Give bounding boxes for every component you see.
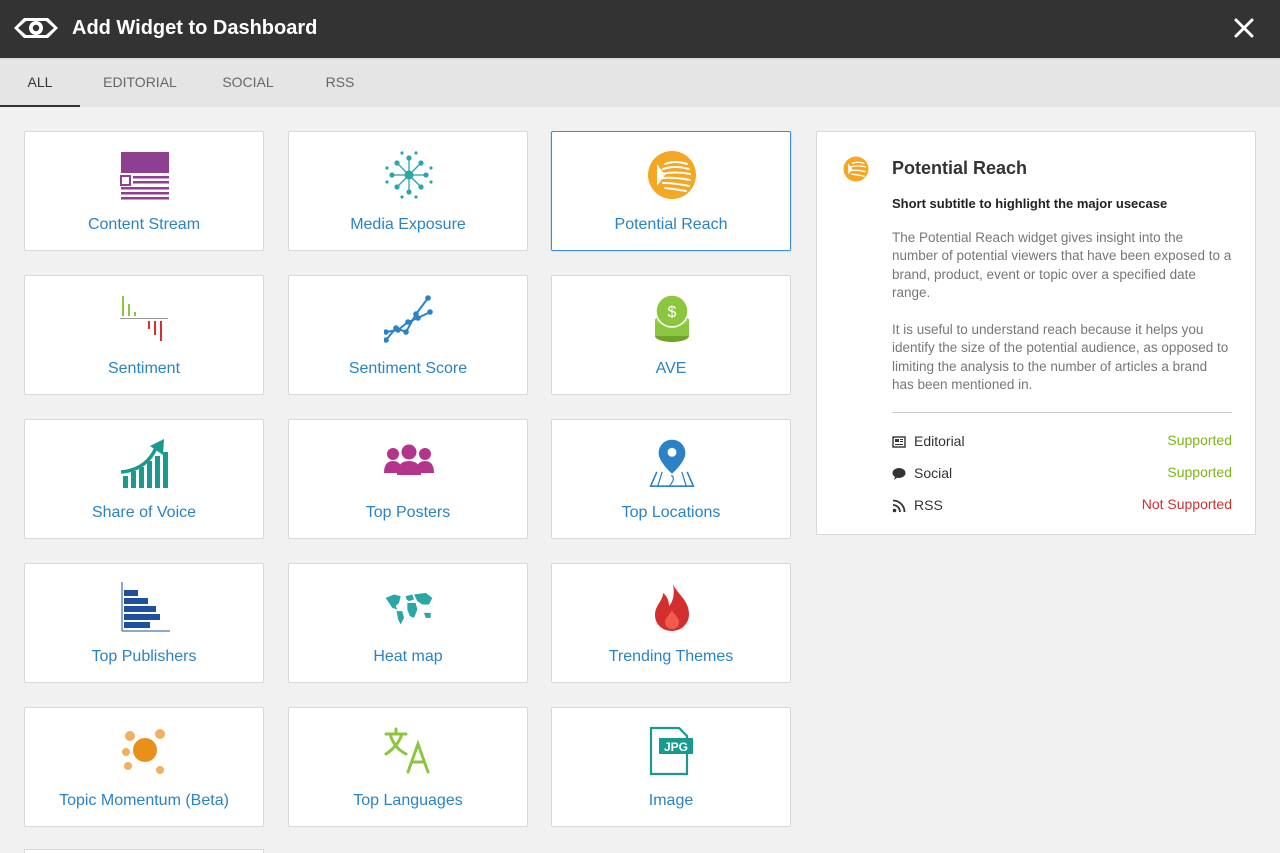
widget-label: Topic Momentum (Beta) [59,792,229,809]
widget-label: AVE [655,360,687,377]
widget-label: Content Stream [87,216,201,233]
support-status: Not Supported [1141,496,1232,512]
chat-bubble-icon [892,468,906,480]
widget-label: Top Posters [365,504,451,521]
widget-card-ave[interactable]: $ AVE [551,275,791,395]
widget-label: Sentiment [107,360,181,377]
support-row-editorial: Editorial Supported [892,432,1232,452]
widget-card-content-stream[interactable]: Content Stream [24,131,264,251]
widget-label: Trending Themes [608,648,734,665]
rss-icon [892,499,906,513]
widget-label: Top Languages [353,792,463,809]
partially-visible-card [24,849,264,853]
top-publishers-icon [121,582,170,632]
widget-label: Share of Voice [91,504,197,521]
detail-paragraph-2: It is useful to understand reach because… [892,322,1229,393]
newspaper-icon [892,436,906,448]
top-locations-icon [649,439,695,488]
divider [892,412,1232,413]
widget-label: Media Exposure [350,216,466,233]
tab-social[interactable]: SOCIAL [214,59,282,107]
widget-grid: Content Stream Media Exposure Potential … [24,131,794,853]
detail-title: Potential Reach [892,158,1028,178]
widget-card-topic-momentum[interactable]: Topic Momentum (Beta) [24,707,264,827]
widget-card-share-of-voice[interactable]: Share of Voice [24,419,264,539]
widget-label: Top Locations [621,504,721,521]
widget-label: Potential Reach [614,216,728,233]
close-icon[interactable] [1230,14,1258,42]
top-posters-icon [384,444,434,475]
potential-reach-icon [843,156,869,182]
tab-rss[interactable]: RSS [316,59,364,107]
support-row-rss: RSS Not Supported [892,496,1232,516]
title-bar: Add Widget to Dashboard [0,0,1280,58]
widget-label: Sentiment Score [348,360,468,377]
ave-coins-icon: $ [655,294,689,342]
widget-label: Image [648,792,694,809]
widget-label: Top Publishers [91,648,197,665]
sentiment-score-icon [384,295,433,343]
support-status: Supported [1167,432,1232,448]
widget-card-potential-reach[interactable]: Potential Reach [551,131,791,251]
widget-card-top-posters[interactable]: Top Posters [288,419,528,539]
support-name: RSS [914,497,943,513]
content-stream-icon [120,152,169,200]
dialog-title: Add Widget to Dashboard [72,17,318,39]
tab-all[interactable]: ALL [0,59,80,107]
tab-bar: ALL EDITORIAL SOCIAL RSS [0,58,1280,107]
support-name: Social [914,465,953,481]
share-of-voice-icon [120,439,168,488]
heat-map-icon [385,592,433,625]
support-status: Supported [1167,464,1232,480]
tab-editorial[interactable]: EDITORIAL [96,59,184,107]
widget-card-top-locations[interactable]: Top Locations [551,419,791,539]
potential-reach-icon [648,151,696,199]
top-languages-icon [384,727,430,774]
sentiment-icon [120,296,168,341]
topic-momentum-icon [122,729,165,774]
widget-card-top-languages[interactable]: Top Languages [288,707,528,827]
eye-logo-icon [14,18,58,38]
support-name: Editorial [914,433,965,449]
widget-detail-panel: Potential Reach Short subtitle to highli… [816,131,1256,535]
widget-card-top-publishers[interactable]: Top Publishers [24,563,264,683]
image-jpg-icon: JPG [649,726,693,776]
detail-subtitle: Short subtitle to highlight the major us… [892,196,1168,211]
widget-card-sentiment[interactable]: Sentiment [24,275,264,395]
widget-card-heat-map[interactable]: Heat map [288,563,528,683]
media-exposure-icon [385,151,433,199]
detail-paragraph-1: The Potential Reach widget gives insight… [892,230,1232,301]
trending-themes-flame-icon [655,584,689,631]
widget-card-image[interactable]: JPG Image [551,707,791,827]
support-row-social: Social Supported [892,464,1232,484]
svg-text:JPG: JPG [664,740,688,754]
widget-label: Heat map [373,648,443,665]
widget-card-sentiment-score[interactable]: Sentiment Score [288,275,528,395]
svg-text:$: $ [668,304,677,321]
widget-card-trending-themes[interactable]: Trending Themes [551,563,791,683]
widget-card-media-exposure[interactable]: Media Exposure [288,131,528,251]
